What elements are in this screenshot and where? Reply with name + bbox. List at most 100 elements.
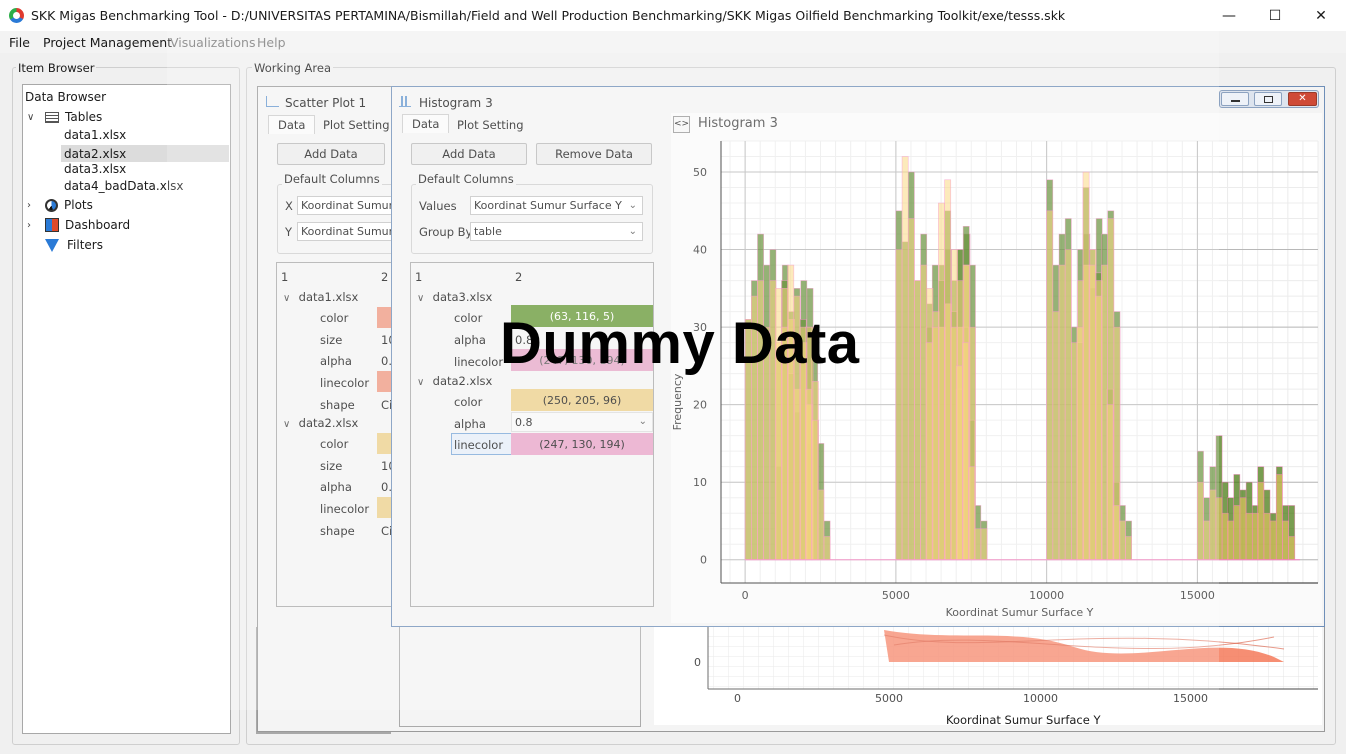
group-by-select[interactable]: table ⌄ (470, 222, 643, 241)
histogram-bar (1088, 264, 1096, 561)
histogram-bar (1046, 210, 1054, 561)
funnel-icon (45, 238, 59, 252)
prop-label-selected[interactable]: linecolor (451, 433, 512, 455)
data-browser-tree[interactable]: Data Browser ∨ Tables data1.xlsx data2.x… (22, 84, 231, 734)
close-button[interactable]: ✕ (1298, 0, 1344, 31)
scatter-tab-plot-setting[interactable]: Plot Setting (314, 116, 399, 134)
scatter-default-columns-label: Default Columns (282, 172, 382, 186)
histogram-bar (962, 342, 969, 561)
mdi-minimize-button[interactable] (1221, 92, 1249, 106)
prop-label: size (320, 459, 343, 473)
select-value: Koordinat Sumur Su (301, 225, 396, 238)
file-label: data4_badData.xlsx (64, 179, 184, 193)
prop-label: shape (320, 398, 355, 412)
chevron-down-icon: ⌄ (628, 226, 637, 237)
scatter-add-data-button[interactable]: Add Data (277, 143, 385, 165)
select-value: Koordinat Sumur Surface Y (474, 199, 622, 212)
histogram-bar (1095, 295, 1102, 561)
color-swatch[interactable]: (250, 205, 96) (511, 389, 653, 411)
histogram-bar (805, 388, 812, 561)
chevron-right-icon[interactable]: › (27, 200, 39, 211)
chevron-down-icon[interactable]: ∨ (283, 419, 295, 430)
scatter-tab-data[interactable]: Data (268, 115, 316, 134)
restore-icon (1264, 96, 1273, 103)
tree-plots[interactable]: › Plots (27, 198, 93, 212)
y-tick-label: 50 (693, 166, 707, 179)
tree-root: Data Browser (25, 90, 106, 104)
menu-project-management[interactable]: Project Management (43, 35, 172, 50)
toggle-panel-button[interactable]: <> (673, 116, 690, 133)
histogram-tab-data[interactable]: Data (402, 114, 450, 133)
histogram-group-data2[interactable]: ∨ data2.xlsx (417, 374, 492, 388)
mdi-restore-button[interactable] (1254, 92, 1282, 106)
tree-dashboard[interactable]: › Dashboard (27, 218, 130, 232)
chevron-right-icon[interactable]: › (27, 220, 39, 231)
histogram-bar (1269, 520, 1277, 561)
group-label: data3.xlsx (432, 290, 493, 304)
x-tick-label: 0 (742, 589, 749, 602)
scatter-y-select[interactable]: Koordinat Sumur Su (297, 222, 397, 241)
group-by-label: Group By (419, 225, 473, 239)
histogram-bar (1058, 264, 1066, 561)
tree-tables[interactable]: ∨ Tables (27, 110, 102, 124)
chevron-down-icon[interactable]: ∨ (417, 293, 429, 304)
app-logo-icon (9, 8, 24, 23)
x-tick-label: 5000 (882, 589, 910, 602)
tree-file-data2[interactable]: data2.xlsx (61, 145, 229, 162)
histogram-bar (925, 342, 933, 561)
prop-label: size (320, 333, 343, 347)
tree-filters[interactable]: Filters (45, 238, 103, 252)
column-header: 1 (281, 270, 289, 284)
histogram-bar (1227, 520, 1235, 561)
histogram-bar (980, 528, 988, 561)
minimize-icon (1231, 100, 1240, 102)
prop-label: color (320, 437, 349, 451)
histogram-bar (1125, 536, 1132, 561)
menu-visualizations[interactable]: Visualizations (170, 35, 255, 50)
close-icon: ✕ (1298, 93, 1307, 104)
prop-label: alpha (320, 354, 352, 368)
histogram-bar (938, 202, 945, 561)
histogram-bar (1233, 505, 1241, 561)
tree-file-data1[interactable]: data1.xlsx (64, 128, 126, 142)
scatter-group-data1[interactable]: ∨ data1.xlsx (283, 290, 358, 304)
histogram-bar (974, 528, 982, 561)
tree-file-data4[interactable]: data4_badData.xlsx (64, 179, 184, 193)
histogram-group-data3[interactable]: ∨ data3.xlsx (417, 290, 492, 304)
histogram-bar (1197, 481, 1204, 561)
scatter-default-columns-group (277, 184, 397, 254)
alpha-select[interactable]: 0.8 ⌄ (511, 412, 653, 432)
minimize-button[interactable]: — (1206, 0, 1252, 31)
chevron-down-icon[interactable]: ∨ (27, 112, 39, 123)
y-tick-label: 0 (700, 554, 707, 567)
menu-help[interactable]: Help (257, 35, 286, 50)
scatter-data-tree[interactable]: 1 2 ∨ data1.xlsx color size 10 alpha 0. … (276, 262, 399, 607)
chevron-down-icon: ⌄ (628, 200, 637, 211)
histogram-window-title: Histogram 3 (419, 96, 493, 110)
histogram-bar (914, 280, 921, 561)
maximize-button[interactable]: ☐ (1252, 0, 1298, 31)
chevron-down-icon[interactable]: ∨ (417, 377, 429, 388)
histogram-bar (1282, 520, 1289, 561)
histogram-remove-data-button[interactable]: Remove Data (536, 143, 652, 165)
scatter-chart-icon (266, 96, 279, 107)
values-select[interactable]: Koordinat Sumur Surface Y ⌄ (470, 196, 643, 215)
tree-file-data3[interactable]: data3.xlsx (64, 162, 126, 176)
histogram-bar (1112, 505, 1120, 561)
prop-label: alpha (454, 417, 486, 431)
chevron-down-icon[interactable]: ∨ (283, 293, 295, 304)
mdi-close-button[interactable]: ✕ (1288, 92, 1317, 106)
y-tick-label: 10 (693, 476, 707, 489)
y-tick-label: 40 (693, 244, 707, 257)
scatter-x-select[interactable]: Koordinat Sumur Su (297, 196, 397, 215)
histogram-add-data-button[interactable]: Add Data (411, 143, 527, 165)
select-value: 0.8 (515, 415, 533, 429)
scatter-xaxis-label: Koordinat Sumur Surface Y (946, 713, 1101, 727)
histogram-default-columns-label: Default Columns (416, 172, 516, 186)
prop-label: alpha (454, 333, 486, 347)
histogram-tab-plot-setting[interactable]: Plot Setting (448, 116, 533, 134)
tables-label: Tables (65, 110, 103, 124)
scatter-group-data2[interactable]: ∨ data2.xlsx (283, 416, 358, 430)
linecolor-swatch[interactable]: (247, 130, 194) (511, 433, 653, 455)
menu-file[interactable]: File (9, 35, 30, 50)
